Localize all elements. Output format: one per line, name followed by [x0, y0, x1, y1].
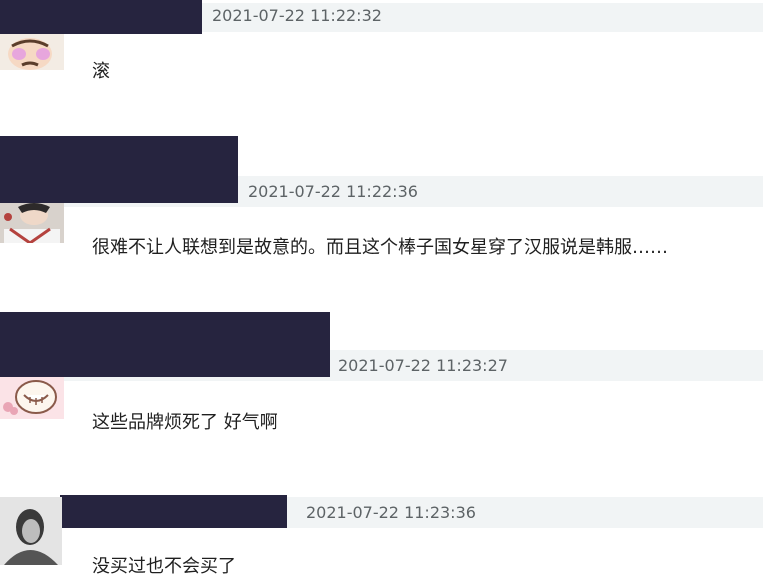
comment-item: 2021-07-22 11:22:32 滚: [0, 0, 763, 130]
redacted-username: [0, 136, 238, 203]
redacted-username: [0, 0, 202, 34]
comment-timestamp: 2021-07-22 11:23:27: [338, 356, 508, 375]
redacted-username: [60, 495, 287, 528]
comment-timestamp: 2021-07-22 11:22:36: [248, 182, 418, 201]
avatar[interactable]: [0, 34, 64, 70]
comment-item: 2021-07-22 11:23:36 没买过也不会买了: [0, 495, 763, 587]
avatar[interactable]: [0, 497, 62, 565]
redacted-username: [0, 312, 330, 377]
comment-item: 2021-07-22 11:22:36 很难不让人联想到是故意的。而且这个棒子国…: [0, 136, 763, 306]
comment-timestamp: 2021-07-22 11:22:32: [212, 6, 382, 25]
comment-text: 没买过也不会买了: [92, 556, 236, 577]
comment-timestamp: 2021-07-22 11:23:36: [306, 503, 476, 522]
comment-text: 很难不让人联想到是故意的。而且这个棒子国女星穿了汉服说是韩服……: [92, 237, 668, 258]
comment-text: 滚: [92, 61, 110, 82]
avatar[interactable]: [0, 203, 64, 243]
avatar[interactable]: [0, 377, 64, 419]
comment-text: 这些品牌烦死了 好气啊: [92, 412, 278, 433]
comment-item: 2021-07-22 11:23:27 这些品牌烦死了 好气啊: [0, 312, 763, 490]
